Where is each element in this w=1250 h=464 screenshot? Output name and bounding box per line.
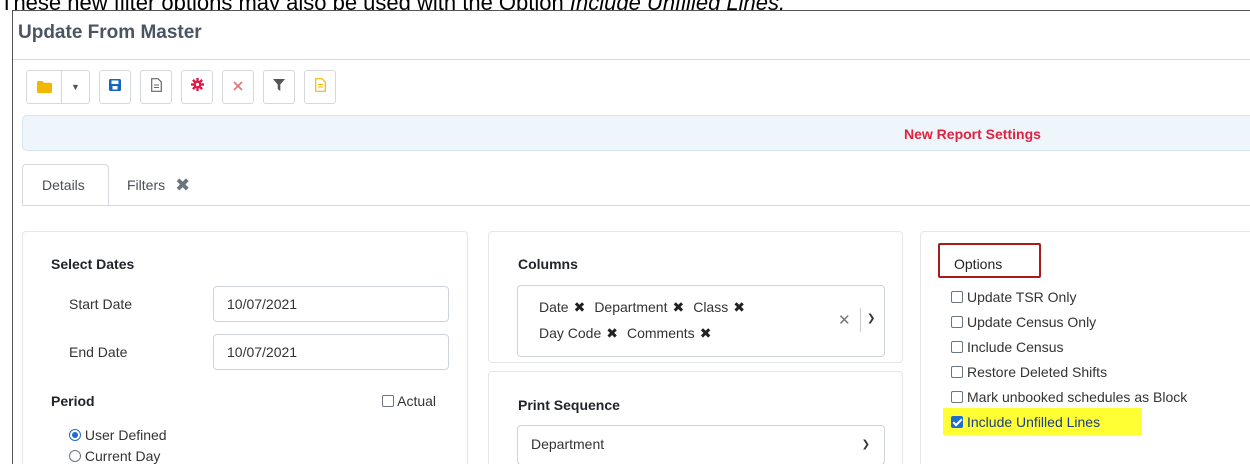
option-label: Include Census (967, 339, 1064, 355)
save-button[interactable] (99, 70, 131, 104)
option-label: Update Census Only (967, 314, 1097, 330)
gear-icon (190, 78, 204, 96)
chevron-down-icon[interactable]: ▼ (61, 71, 89, 103)
chip-row-1: Date ✖ Department ✖ Class ✖ (539, 299, 754, 316)
option-mark-unbooked-as-block[interactable]: Mark unbooked schedules as Block (951, 389, 1187, 405)
options-title-box: Options (938, 243, 1041, 278)
select-dates-title: Select Dates (51, 256, 135, 272)
option-checkbox[interactable] (951, 291, 963, 303)
remove-chip-icon[interactable]: ✖ (733, 299, 745, 315)
option-checkbox[interactable] (951, 316, 963, 328)
print-sequence-value: Department (531, 436, 605, 452)
document-button[interactable] (140, 70, 172, 104)
end-date-input[interactable]: 10/07/2021 (213, 334, 449, 370)
toolbar: ▼ (26, 70, 345, 104)
chip-day-code[interactable]: Day Code ✖ (539, 325, 627, 341)
start-date-input[interactable]: 10/07/2021 (213, 286, 449, 322)
chip-date[interactable]: Date ✖ (539, 299, 594, 315)
actual-checkbox[interactable]: Actual (382, 393, 436, 409)
window-title: Update From Master (18, 22, 202, 43)
chip-department[interactable]: Department ✖ (594, 299, 693, 315)
columns-title: Columns (518, 256, 578, 272)
option-include-unfilled-lines[interactable]: Include Unfilled Lines (951, 414, 1100, 430)
tab-filters-label: Filters (127, 177, 166, 193)
option-label: Include Unfilled Lines (967, 414, 1101, 430)
options-title: Options (954, 256, 1003, 272)
open-button[interactable]: ▼ (26, 70, 90, 104)
chip-label: Date (539, 299, 569, 315)
period-option-user-defined[interactable]: User Defined (69, 427, 167, 443)
save-icon (109, 78, 121, 96)
option-checkbox[interactable] (951, 341, 963, 353)
columns-multiselect[interactable]: Date ✖ Department ✖ Class ✖ Day Code ✖ Comments… (517, 285, 885, 357)
remove-chip-icon[interactable]: ✖ (574, 299, 586, 315)
remove-chip-icon[interactable]: ✖ (672, 299, 684, 315)
title-divider (13, 59, 1250, 60)
banner-text: New Report Settings (904, 126, 1041, 142)
filter-icon (273, 78, 285, 96)
close-icon (233, 78, 243, 96)
option-include-census[interactable]: Include Census (951, 339, 1064, 355)
option-label: Restore Deleted Shifts (967, 364, 1108, 380)
folder-icon (27, 81, 61, 93)
new-report-banner: New Report Settings (22, 115, 1250, 151)
chip-label: Class (693, 299, 729, 315)
tab-details[interactable]: Details (22, 164, 109, 206)
chevron-down-icon: ❯ (861, 439, 870, 450)
period-label: Period (51, 393, 95, 409)
tab-filters[interactable]: Filters ✖ (127, 164, 190, 206)
period-option-label: User Defined (84, 427, 167, 443)
option-checkbox-checked[interactable] (951, 416, 963, 428)
print-sequence-select[interactable]: Department ❯ (517, 425, 885, 464)
chip-label: Day Code (539, 325, 602, 341)
option-restore-deleted-shifts[interactable]: Restore Deleted Shifts (951, 364, 1107, 380)
filter-button[interactable] (263, 70, 295, 104)
start-date-label: Start Date (69, 296, 133, 312)
option-update-census-only[interactable]: Update Census Only (951, 314, 1096, 330)
option-label: Update TSR Only (967, 289, 1077, 305)
tabs-divider (22, 205, 1250, 206)
document-icon (150, 77, 162, 97)
remove-chip-icon[interactable]: ✖ (700, 325, 712, 341)
chip-label: Department (594, 299, 668, 315)
period-option-current-day[interactable]: Current Day (69, 448, 160, 464)
clear-all-icon[interactable]: ✕ (838, 311, 851, 329)
option-checkbox[interactable] (951, 391, 963, 403)
end-date-label: End Date (69, 344, 128, 360)
multiselect-separator (860, 308, 861, 332)
radio-current-day[interactable] (69, 450, 81, 462)
actual-label: Actual (397, 393, 437, 409)
print-sequence-title: Print Sequence (518, 397, 620, 413)
option-update-tsr-only[interactable]: Update TSR Only (951, 289, 1076, 305)
close-icon[interactable]: ✖ (175, 175, 190, 196)
option-checkbox[interactable] (951, 366, 963, 378)
actual-checkbox-box[interactable] (382, 395, 394, 407)
chevron-down-icon[interactable]: ❯ (867, 313, 875, 324)
chip-class[interactable]: Class ✖ (693, 299, 754, 315)
tab-details-label: Details (42, 177, 85, 193)
delete-button[interactable] (222, 70, 254, 104)
period-option-label: Current Day (84, 448, 161, 464)
report-icon (314, 77, 326, 97)
chip-row-2: Day Code ✖ Comments ✖ (539, 325, 720, 342)
remove-chip-icon[interactable]: ✖ (606, 325, 618, 341)
radio-user-defined[interactable] (69, 429, 81, 441)
chip-comments[interactable]: Comments ✖ (627, 325, 720, 341)
option-label: Mark unbooked schedules as Block (967, 389, 1188, 405)
report-button[interactable] (304, 70, 336, 104)
chip-label: Comments (627, 325, 695, 341)
settings-button[interactable] (181, 70, 213, 104)
